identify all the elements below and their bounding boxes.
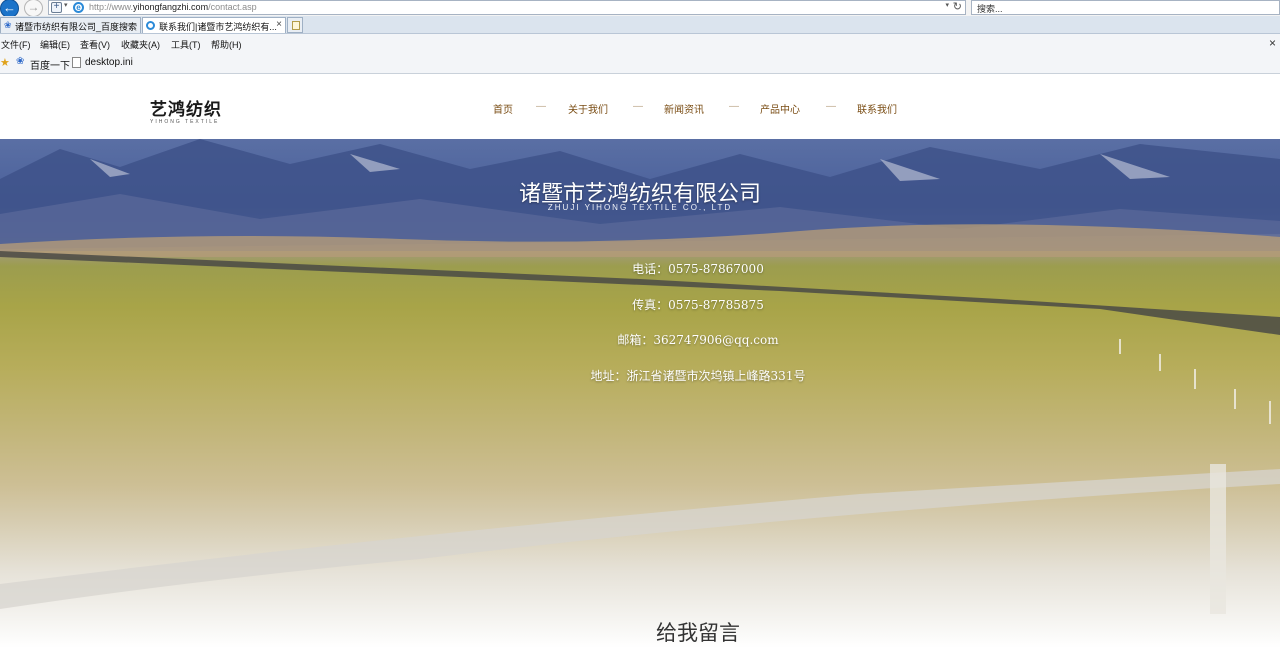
nav-separator: — (826, 101, 836, 112)
refresh-icon[interactable]: ↻ (953, 0, 962, 13)
hero-company-name-en: ZHUJI YIHONG TEXTILE CO., LTD (547, 203, 733, 212)
nav-news[interactable]: 新闻资讯 (664, 101, 704, 116)
favorites-bar: ★ ❀ 百度一下 desktop.ini (0, 53, 1280, 74)
menu-bar: 文件(F) 编辑(E) 查看(V) 收藏夹(A) 工具(T) 帮助(H) × (0, 34, 1280, 53)
landscape-image (0, 139, 1280, 614)
chevron-down-icon[interactable]: ▾ (64, 1, 68, 9)
contact-email: 邮箱：362747906@qq.com (617, 333, 779, 347)
baidu-paw-icon: ❀ (16, 56, 25, 67)
close-icon[interactable]: × (1269, 36, 1276, 50)
nav-separator: — (536, 101, 546, 112)
tab-bar: ❀ 诸暨市纺织有限公司_百度搜索 联系我们|诸暨市艺鸿纺织有... × (0, 16, 1280, 34)
nav-separator: — (633, 101, 643, 112)
menu-view[interactable]: 查看(V) (80, 38, 110, 51)
file-icon (72, 57, 81, 68)
tab-contact-us[interactable]: 联系我们|诸暨市艺鸿纺织有... × (142, 17, 286, 33)
leave-message-heading: 给我留言 (656, 621, 740, 645)
close-tab-icon[interactable]: × (276, 19, 282, 30)
url-field[interactable]: + ▾ e http://www.yihongfangzhi.com/conta… (48, 0, 966, 15)
nav-contact[interactable]: 联系我们 (857, 101, 897, 116)
baidu-paw-icon: ❀ (4, 20, 12, 30)
new-page-icon[interactable]: + (51, 2, 62, 13)
address-bar-row: ← → + ▾ e http://www.yihongfangzhi.com/c… (0, 0, 1280, 18)
forward-arrow-icon[interactable]: → (24, 0, 43, 17)
menu-help[interactable]: 帮助(H) (211, 38, 242, 51)
ie-icon: e (73, 2, 84, 13)
nav-about[interactable]: 关于我们 (568, 101, 608, 116)
contact-fax: 传真：0575-87785875 (632, 298, 764, 312)
tab-label: 诸暨市纺织有限公司_百度搜索 (15, 22, 138, 32)
logo-subtext: YIHONG TEXTILE (150, 119, 220, 125)
logo-text: 艺鸿纺织 (150, 100, 222, 120)
favorite-desktop-ini[interactable]: desktop.ini (85, 57, 133, 68)
favorite-baidu[interactable]: 百度一下 (30, 57, 70, 72)
ie-icon (146, 21, 155, 30)
menu-file[interactable]: 文件(F) (1, 38, 31, 51)
site-header: 艺鸿纺织 YIHONG TEXTILE 首页 — 关于我们 — 新闻资讯 — 产… (0, 75, 1280, 139)
new-tab-icon (292, 21, 300, 30)
tab-baidu-search[interactable]: ❀ 诸暨市纺织有限公司_百度搜索 (0, 17, 141, 33)
tab-label: 联系我们|诸暨市艺鸿纺织有... (159, 22, 277, 32)
search-placeholder: 搜索... (977, 4, 1003, 14)
contact-address: 地址：浙江省诸暨市次坞镇上峰路331号 (590, 369, 806, 383)
nav-separator: — (729, 101, 739, 112)
url-dropdown-icon[interactable]: ▾ (945, 1, 949, 9)
url-text[interactable]: http://www.yihongfangzhi.com/contact.asp (89, 2, 257, 12)
site-logo[interactable]: 艺鸿纺织 YIHONG TEXTILE (150, 95, 222, 125)
menu-edit[interactable]: 编辑(E) (40, 38, 70, 51)
nav-home[interactable]: 首页 (493, 101, 513, 116)
search-input[interactable]: 搜索... (971, 0, 1280, 15)
hero-banner: 诸暨市艺鸿纺织有限公司 ZHUJI YIHONG TEXTILE CO., LT… (0, 139, 1280, 648)
contact-phone: 电话：0575-87867000 (632, 262, 764, 276)
menu-tools[interactable]: 工具(T) (171, 38, 201, 51)
new-tab-button[interactable] (287, 17, 303, 33)
menu-favorites[interactable]: 收藏夹(A) (121, 38, 160, 51)
favorites-star-icon[interactable]: ★ (0, 56, 10, 69)
nav-products[interactable]: 产品中心 (760, 101, 800, 116)
